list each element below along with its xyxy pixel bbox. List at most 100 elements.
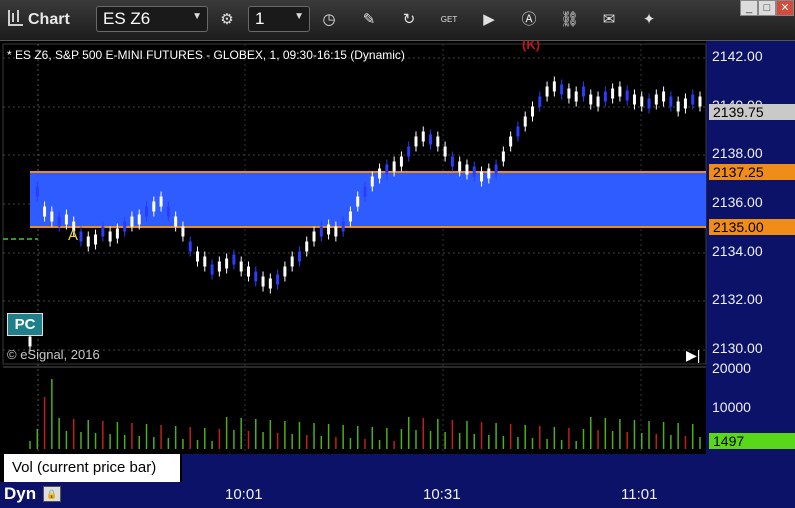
candle-body bbox=[581, 86, 585, 97]
candle-body bbox=[458, 161, 462, 172]
candle-body bbox=[385, 164, 389, 175]
candle-body bbox=[246, 266, 250, 277]
candle-body bbox=[567, 88, 571, 99]
price-tick: 2132.00 bbox=[712, 291, 763, 307]
scroll-to-end-icon[interactable]: ▶| bbox=[686, 347, 700, 364]
candle-body bbox=[363, 186, 367, 197]
clock-icon[interactable]: ◷ bbox=[320, 11, 338, 29]
maximize-button[interactable]: □ bbox=[758, 0, 776, 16]
get-icon[interactable]: GET bbox=[440, 11, 458, 29]
interval-input[interactable]: 1 ▼ bbox=[248, 6, 310, 32]
price-tick: 2130.00 bbox=[712, 340, 763, 356]
candle-body bbox=[232, 254, 236, 265]
candle-body bbox=[450, 156, 454, 167]
candle-body bbox=[327, 224, 331, 235]
candle-body bbox=[261, 276, 265, 287]
price-plot[interactable]: A (K) bbox=[0, 41, 795, 508]
marker-k: (K) bbox=[522, 41, 540, 52]
candle-body bbox=[538, 96, 542, 107]
candle-body bbox=[625, 90, 629, 101]
candle-body bbox=[611, 88, 615, 99]
candle-body bbox=[283, 266, 287, 277]
candle-body bbox=[334, 226, 338, 237]
candle-body bbox=[254, 271, 258, 282]
candle-body bbox=[392, 161, 396, 172]
settings-gear-icon[interactable]: ⚙ bbox=[218, 11, 236, 29]
candle-body bbox=[145, 206, 149, 217]
candle-body bbox=[487, 168, 491, 179]
candle-body bbox=[501, 151, 505, 162]
alert-icon[interactable]: Ⓐ bbox=[520, 11, 538, 29]
pencil-icon[interactable]: ✎ bbox=[360, 11, 378, 29]
price-tick: 2142.00 bbox=[712, 48, 763, 64]
candle-body bbox=[465, 164, 469, 175]
comment-icon[interactable]: ✉ bbox=[600, 11, 618, 29]
candle-body bbox=[676, 101, 680, 112]
candle-body bbox=[516, 126, 520, 137]
chart-icon bbox=[8, 10, 23, 26]
candle-body bbox=[268, 278, 272, 289]
minimize-button[interactable]: _ bbox=[740, 0, 758, 16]
candle-body bbox=[188, 241, 192, 252]
candle-body bbox=[472, 166, 476, 177]
candle-body bbox=[654, 94, 658, 105]
candle-body bbox=[414, 136, 418, 147]
candle-body bbox=[64, 214, 68, 225]
candle-body bbox=[407, 146, 411, 157]
candle-body bbox=[640, 96, 644, 107]
candle-body bbox=[86, 236, 90, 247]
close-button[interactable]: ✕ bbox=[776, 0, 794, 16]
candle-body bbox=[421, 131, 425, 142]
candle-body bbox=[159, 196, 163, 207]
pc-badge[interactable]: PC bbox=[7, 313, 43, 336]
candle-body bbox=[79, 231, 83, 242]
candle-body bbox=[239, 261, 243, 272]
candle-body bbox=[691, 94, 695, 105]
dynamic-mode-label[interactable]: Dyn bbox=[4, 484, 36, 504]
time-label: 11:01 bbox=[621, 486, 658, 503]
candle-body bbox=[552, 81, 556, 92]
candle-body bbox=[290, 256, 294, 267]
candle-body bbox=[181, 226, 185, 237]
candle-body bbox=[101, 226, 105, 237]
price-tick: 2134.00 bbox=[712, 243, 763, 259]
candle-body bbox=[174, 216, 178, 227]
candle-body bbox=[545, 86, 549, 97]
interval-input-value: 1 bbox=[255, 9, 265, 28]
candle-body bbox=[137, 214, 141, 225]
candle-body bbox=[356, 196, 360, 207]
candle-body bbox=[523, 116, 527, 127]
chevron-down-icon[interactable]: ▼ bbox=[294, 11, 304, 22]
candle-body bbox=[429, 134, 433, 145]
candle-body bbox=[35, 186, 39, 197]
volume-study-label[interactable]: Vol (current price bar) bbox=[4, 454, 180, 482]
symbol-description: * ES Z6, S&P 500 E-MINI FUTURES - GLOBEX… bbox=[7, 48, 405, 62]
candle-body bbox=[203, 256, 207, 267]
volume-tick: 10000 bbox=[712, 399, 751, 415]
chevron-down-icon[interactable]: ▼ bbox=[192, 11, 202, 22]
candle-body bbox=[312, 231, 316, 242]
close-study-icon[interactable]: × bbox=[170, 452, 176, 464]
upper-level-tag: 2137.25 bbox=[709, 164, 795, 180]
time-axis[interactable] bbox=[0, 482, 795, 508]
refresh-icon[interactable]: ↻ bbox=[400, 11, 418, 29]
link-icon[interactable]: ⛓ bbox=[560, 11, 579, 29]
candle-body bbox=[560, 84, 564, 95]
candle-body bbox=[276, 274, 280, 285]
copyright-text: © eSignal, 2016 bbox=[7, 347, 100, 362]
candle-body bbox=[603, 91, 607, 102]
candle-body bbox=[50, 211, 54, 222]
candle-body bbox=[683, 98, 687, 109]
candle-body bbox=[28, 336, 32, 347]
chart-area[interactable]: A (K) * ES Z6, S&P 500 E-MINI FUTURES - G… bbox=[0, 41, 795, 508]
lock-icon[interactable]: 🔒 bbox=[43, 486, 61, 502]
candle-body bbox=[43, 206, 47, 217]
play-icon[interactable]: ▶ bbox=[480, 11, 498, 29]
twitter-icon[interactable]: ✦ bbox=[640, 11, 658, 29]
symbol-input[interactable]: ES Z6 ▼ bbox=[96, 6, 208, 32]
candle-body bbox=[574, 91, 578, 102]
candle-body bbox=[319, 226, 323, 237]
price-tick: 2136.00 bbox=[712, 194, 763, 210]
last-price-tag: 2139.75 bbox=[709, 104, 795, 120]
candle-body bbox=[596, 96, 600, 107]
